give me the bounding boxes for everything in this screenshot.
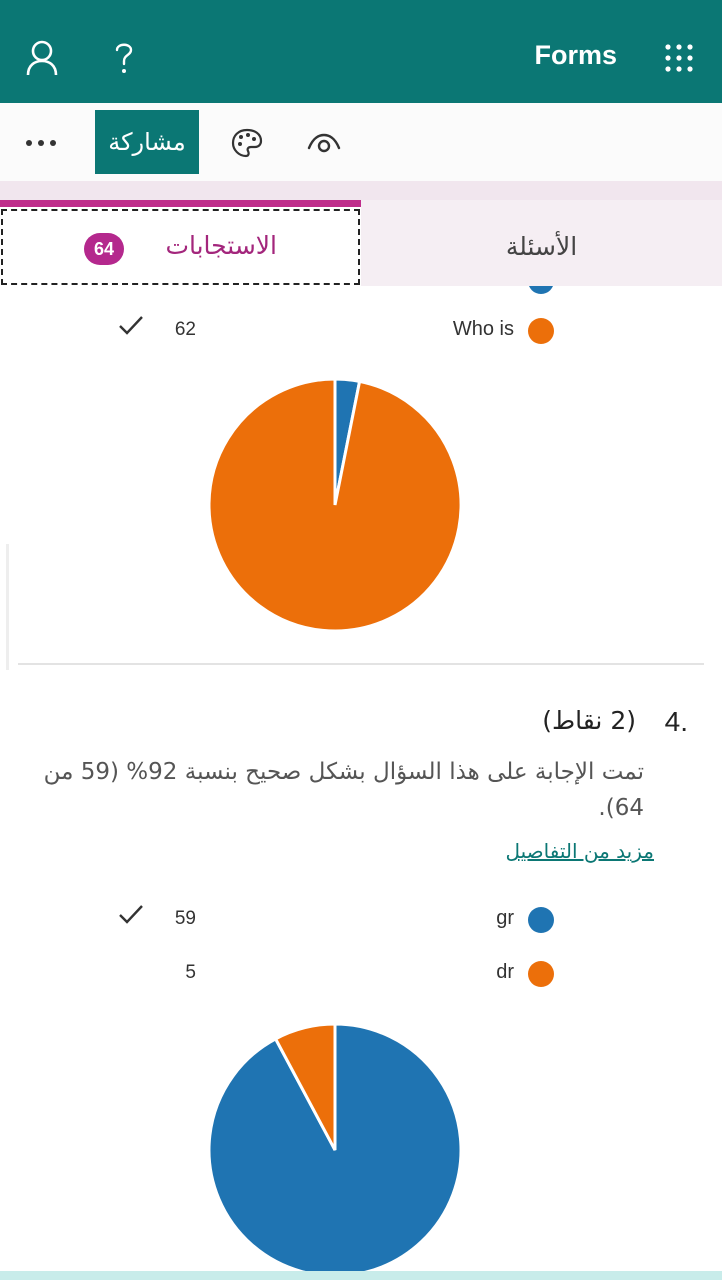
scroll-indicator xyxy=(6,544,9,670)
question-summary: تمت الإجابة على هذا السؤال بشكل صحيح بنس… xyxy=(43,759,644,821)
eye-icon xyxy=(307,133,341,153)
waffle-icon xyxy=(665,44,693,72)
option-count: 59 xyxy=(174,908,196,929)
legend-dot xyxy=(528,961,554,987)
app-bar: Forms xyxy=(0,0,722,103)
option-count: 62 xyxy=(174,319,196,340)
person-icon xyxy=(26,40,58,76)
app-title: Forms xyxy=(534,40,617,70)
option-label: Who is xyxy=(452,318,514,340)
correct-check-icon xyxy=(119,905,143,924)
account-button[interactable] xyxy=(14,30,70,86)
tab-questions-label: الأسئلة xyxy=(505,231,578,261)
toolbar: مشاركة xyxy=(0,103,722,181)
section-divider xyxy=(18,663,704,665)
legend-dot-hidden-option xyxy=(528,286,554,294)
legend-row-q4-opt2: dr 5 xyxy=(0,956,722,992)
option-label: dr xyxy=(496,961,514,983)
legend-dot xyxy=(528,318,554,344)
question-points: (2 نقاط) xyxy=(542,706,636,735)
pie-slice-who-is[interactable] xyxy=(207,377,463,633)
tab-responses-label: الاستجابات xyxy=(165,231,277,260)
tab-responses[interactable]: 64 الاستجابات xyxy=(0,200,361,286)
responses-content[interactable]: Who is 62 4. (2 نقاط) تمت الإجابة على هذ… xyxy=(0,286,722,1280)
share-button[interactable]: مشاركة xyxy=(95,110,199,174)
tabs-bar: 64 الاستجابات الأسئلة xyxy=(0,200,722,286)
help-button[interactable] xyxy=(96,30,152,86)
tab-questions[interactable]: الأسئلة xyxy=(361,200,722,286)
option-label: gr xyxy=(496,907,514,929)
help-icon xyxy=(115,43,133,73)
responses-count-badge: 64 xyxy=(84,233,124,265)
pie-chart-q4 xyxy=(207,1022,463,1278)
pie-chart-q3 xyxy=(207,377,463,633)
question-number: 4. xyxy=(664,706,688,737)
legend-row-q3-opt1: Who is 62 xyxy=(0,313,722,349)
theme-button[interactable] xyxy=(222,121,272,165)
ellipsis-icon xyxy=(26,140,56,146)
option-count: 5 xyxy=(185,962,196,983)
correct-check-icon xyxy=(119,316,143,335)
more-details-link[interactable]: مزيد من التفاصيل xyxy=(505,839,654,863)
palette-icon xyxy=(231,128,263,158)
preview-button[interactable] xyxy=(299,121,349,165)
app-launcher-button[interactable] xyxy=(651,30,707,86)
bottom-bar xyxy=(0,1271,722,1280)
forms-page: Forms مشاركة 64 الاستجابات الأسئلة Who i… xyxy=(0,0,722,1280)
more-options-button[interactable] xyxy=(16,121,66,165)
legend-row-q4-opt1: gr 59 xyxy=(0,902,722,938)
legend-dot xyxy=(528,907,554,933)
